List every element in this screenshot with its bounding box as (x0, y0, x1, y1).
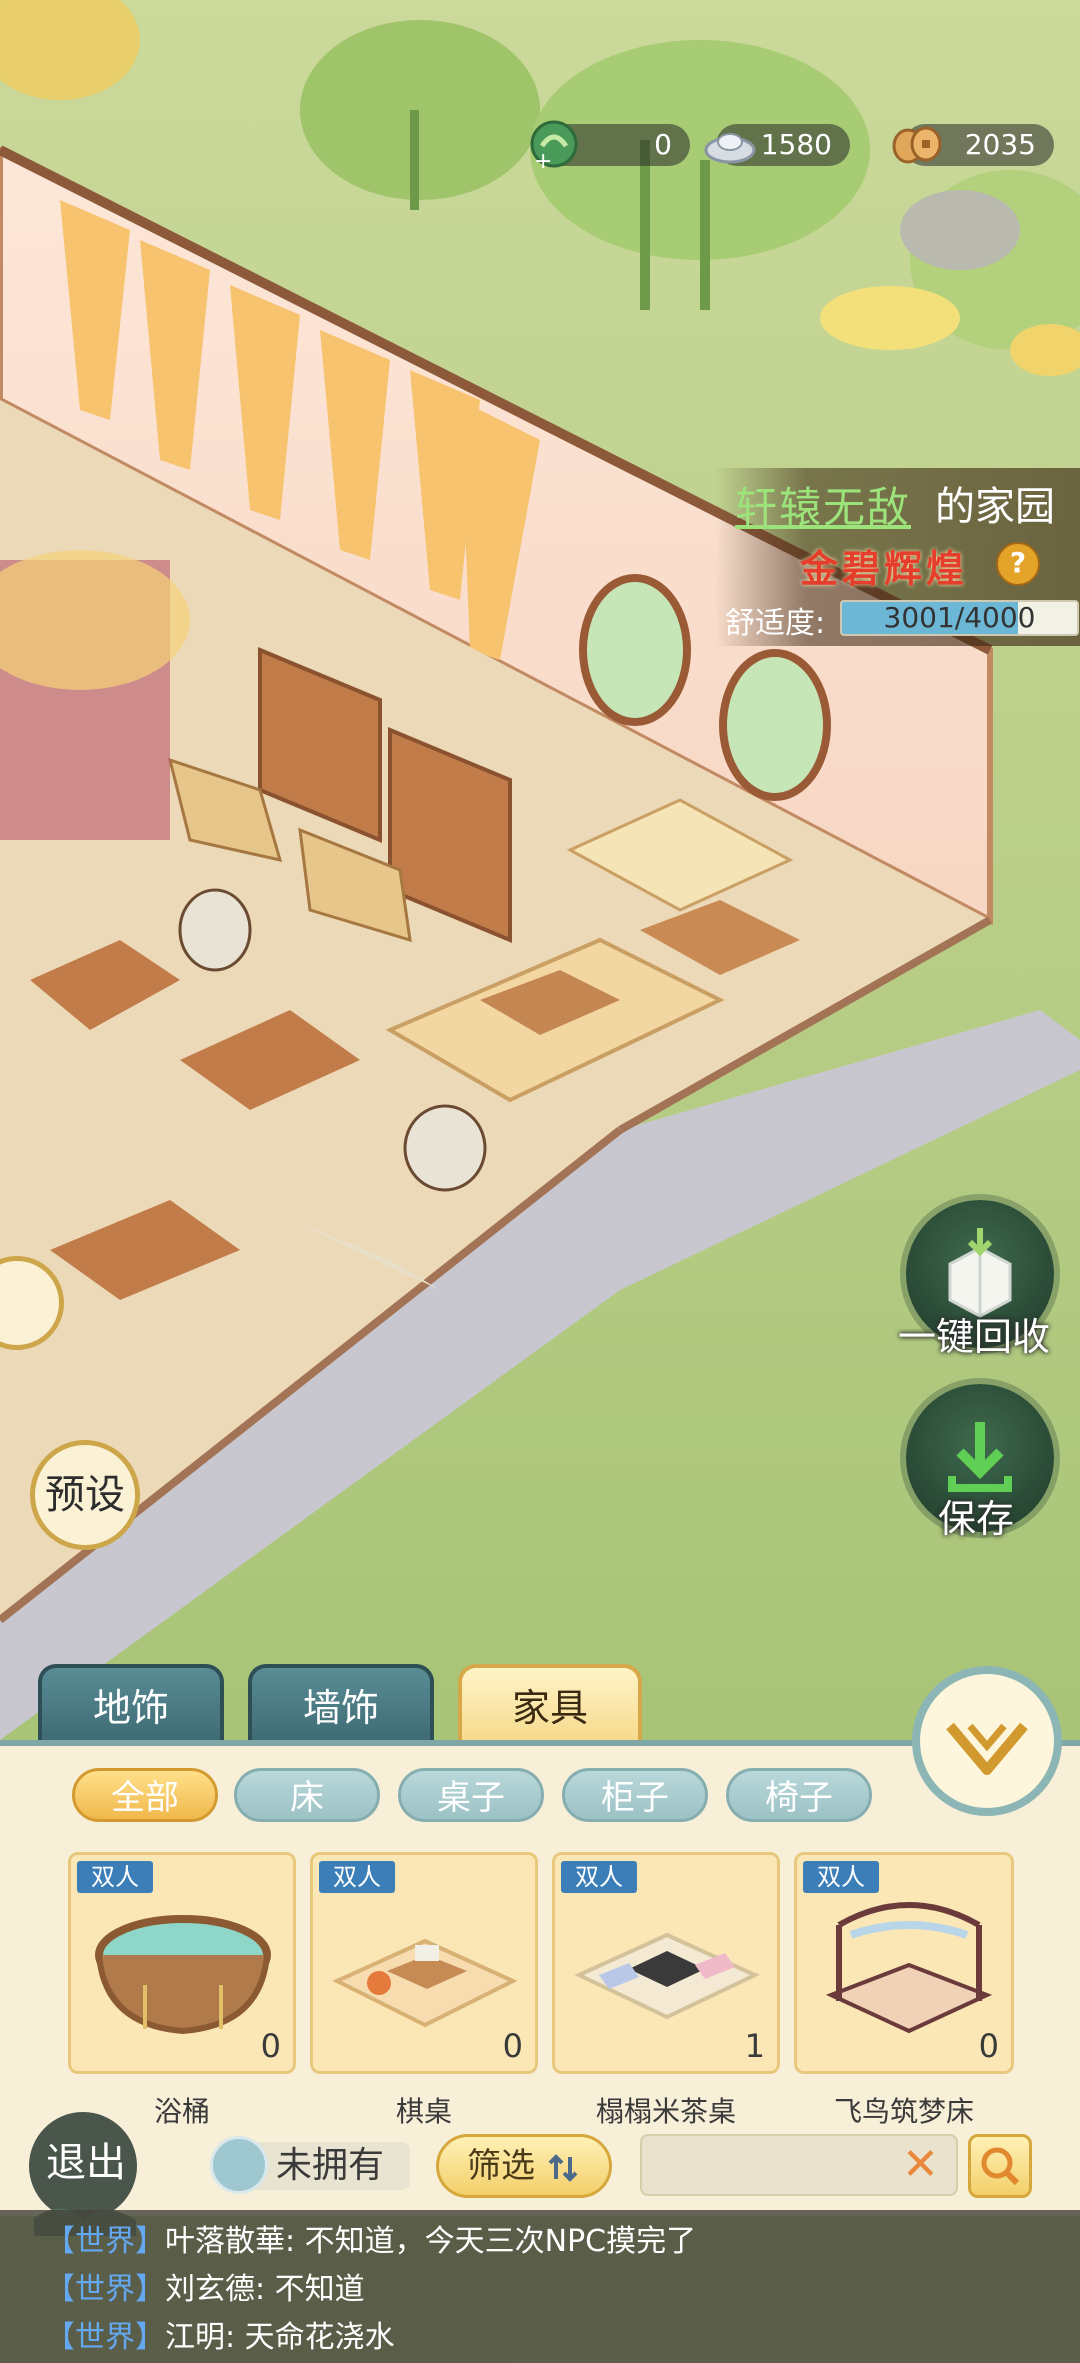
item-badge: 双人 (803, 1861, 879, 1893)
comfort-progress-bar: 3001/4000 (840, 600, 1079, 636)
item-card-tatami-tea-table[interactable]: 双人 1 (552, 1852, 780, 2074)
filter-chair[interactable]: 椅子 (726, 1768, 872, 1822)
world-chat-panel[interactable]: 【世界】叶落散華: 不知道，今天三次NPC摸完了 【世界】刘玄德: 不知道 【世… (0, 2210, 1080, 2363)
filter-cabinet[interactable]: 柜子 (562, 1768, 708, 1822)
home-title-suffix: 的家园 (935, 484, 1055, 530)
chat-channel-tag: 【世界】 (45, 2224, 165, 2259)
recycle-all-label: 一键回收 (898, 1315, 1051, 1359)
tatami-tea-table-icon (574, 1932, 760, 2020)
chess-table-icon (332, 1938, 518, 2028)
search-button[interactable] (968, 2134, 1032, 2198)
filter-all[interactable]: 全部 (72, 1768, 218, 1822)
svg-text:+: + (534, 149, 552, 172)
item-card-canopy-bed[interactable]: 双人 0 (794, 1852, 1014, 2074)
silver-currency: 1580 (704, 124, 850, 166)
jade-currency[interactable]: + 0 (530, 120, 690, 174)
exit-label: 退出 (46, 2140, 126, 2186)
item-count: 1 (744, 2027, 765, 2065)
home-style-title: 金碧辉煌 (800, 546, 969, 591)
chat-line: 【世界】江明: 天命花浇水 (45, 2312, 395, 2356)
preset-button[interactable]: 预设 (30, 1440, 140, 1550)
search-icon (981, 2147, 1020, 2186)
toggle-knob (210, 2136, 268, 2194)
filter-label: 筛选 (467, 2146, 535, 2186)
copper-value: 2035 (964, 128, 1036, 161)
chat-channel-tag: 【世界】 (45, 2272, 165, 2307)
help-icon[interactable]: ? (996, 542, 1040, 586)
silver-ingot-icon (702, 116, 758, 172)
canopy-bed-icon (825, 1902, 993, 2034)
filter-bed[interactable]: 床 (234, 1768, 380, 1822)
chevron-down-icon (946, 1722, 1028, 1775)
tab-floor-decor[interactable]: 地饰 (38, 1664, 224, 1744)
comfort-value: 3001/4000 (883, 601, 1036, 634)
chat-message: 叶落散華: 不知道，今天三次NPC摸完了 (165, 2224, 697, 2259)
chat-line: 【世界】叶落散華: 不知道，今天三次NPC摸完了 (45, 2216, 696, 2260)
copper-coins-icon (890, 116, 946, 172)
copper-currency: 2035 (892, 124, 1054, 166)
chat-message: 刘玄德: 不知道 (165, 2272, 365, 2307)
collapse-panel-button[interactable] (912, 1666, 1062, 1816)
chat-channel-tag: 【世界】 (45, 2320, 165, 2355)
chat-line: 【世界】刘玄德: 不知道 (45, 2264, 365, 2308)
item-card-bathtub[interactable]: 双人 0 (68, 1852, 296, 2074)
owner-name-link[interactable]: 轩辕无敌 (735, 474, 911, 535)
item-name-tatami-tea-table: 榻榻米茶桌 (595, 2095, 736, 2128)
item-name-canopy-bed: 飞鸟筑梦床 (833, 2095, 974, 2128)
save-label: 保存 (938, 1497, 1015, 1541)
comfort-label: 舒适度: (725, 606, 826, 641)
chat-message: 江明: 天命花浇水 (165, 2320, 395, 2355)
not-owned-toggle[interactable]: 未拥有 (210, 2136, 410, 2196)
item-badge: 双人 (561, 1861, 637, 1893)
item-count: 0 (260, 2027, 281, 2065)
item-badge: 双人 (77, 1861, 153, 1893)
sort-arrows-icon (548, 2153, 578, 2182)
tab-wall-decor[interactable]: 墙饰 (248, 1664, 434, 1744)
filter-button[interactable]: 筛选 (436, 2134, 612, 2198)
silver-value: 1580 (760, 128, 832, 161)
item-card-chess-table[interactable]: 双人 0 (310, 1852, 538, 2074)
jade-dragon-icon[interactable]: + (526, 116, 582, 174)
item-count: 0 (502, 2027, 523, 2065)
bathtub-icon (95, 1915, 271, 2035)
tab-furniture[interactable]: 家具 (458, 1664, 642, 1744)
not-owned-label: 未拥有 (250, 2142, 410, 2190)
item-badge: 双人 (319, 1861, 395, 1893)
item-name-chess-table: 棋桌 (395, 2095, 452, 2128)
jade-value: 0 (654, 128, 672, 161)
clear-search-icon[interactable]: ✕ (902, 2136, 939, 2194)
filter-table[interactable]: 桌子 (398, 1768, 544, 1822)
item-count: 0 (978, 2027, 999, 2065)
